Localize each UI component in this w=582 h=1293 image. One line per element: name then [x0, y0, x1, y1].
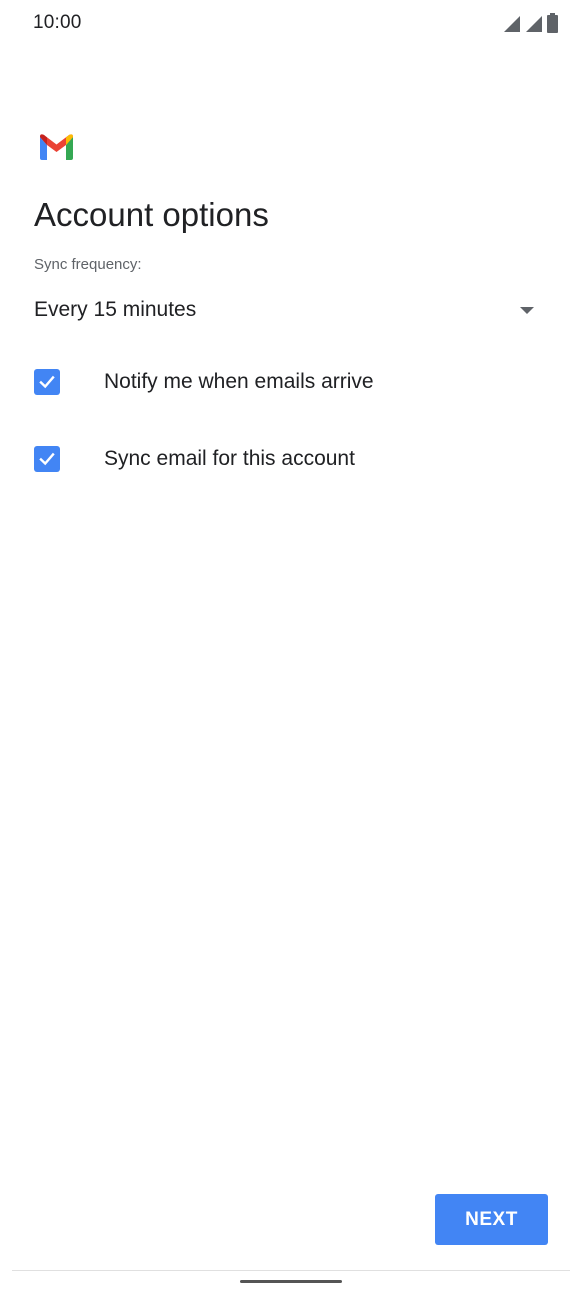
sync-email-checkbox[interactable]	[34, 446, 60, 472]
signal-icon	[526, 16, 542, 32]
dropdown-arrow-icon	[520, 306, 534, 314]
status-icons	[503, 13, 558, 33]
checkmark-icon	[39, 375, 55, 389]
sync-frequency-value: Every 15 minutes	[34, 298, 197, 321]
battery-icon	[547, 13, 558, 33]
signal-icon	[504, 16, 520, 32]
sync-frequency-dropdown[interactable]: Every 15 minutes	[34, 290, 548, 330]
notify-checkbox[interactable]	[34, 369, 60, 395]
notify-option-row[interactable]: Notify me when emails arrive	[34, 358, 548, 406]
sync-email-option-label: Sync email for this account	[104, 447, 355, 470]
notify-option-label: Notify me when emails arrive	[104, 370, 374, 393]
gmail-logo-icon	[40, 134, 73, 160]
next-button[interactable]: NEXT	[435, 1194, 548, 1245]
status-bar: 10:00	[0, 0, 582, 48]
status-time: 10:00	[33, 12, 82, 33]
navigation-divider	[12, 1270, 570, 1271]
sync-frequency-label: Sync frequency:	[34, 256, 142, 273]
sync-email-option-row[interactable]: Sync email for this account	[34, 435, 548, 483]
checkmark-icon	[39, 452, 55, 466]
home-indicator[interactable]	[240, 1280, 342, 1283]
page-title: Account options	[34, 196, 269, 233]
